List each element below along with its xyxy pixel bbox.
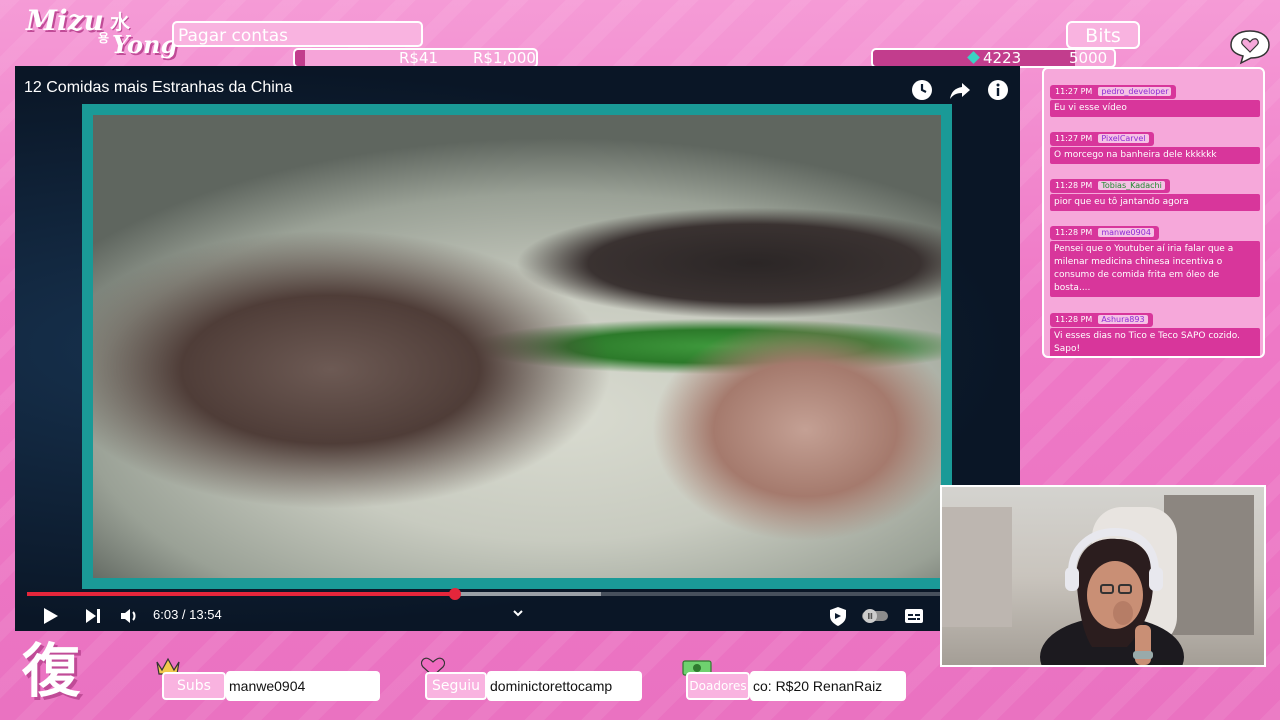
clock-icon[interactable] (910, 78, 934, 102)
video-time: 6:03 / 13:54 (153, 607, 222, 622)
chat-message-text: O morcego na banheira dele kkkkkk (1050, 147, 1260, 164)
video-frame[interactable] (82, 104, 952, 589)
volume-icon[interactable] (118, 605, 140, 627)
next-icon[interactable] (82, 605, 104, 627)
video-controls: 6:03 / 13:54 (15, 602, 1020, 630)
chat-message-header: 11:28 PM manwe0904 (1050, 226, 1159, 240)
chat-username[interactable]: manwe0904 (1098, 228, 1154, 237)
logo-hangul: 용 (98, 31, 110, 45)
donation-goal-target: R$1,000 (473, 49, 536, 67)
scrubber-handle[interactable] (449, 588, 462, 600)
play-icon[interactable] (39, 605, 61, 627)
info-icon[interactable] (986, 78, 1010, 102)
chevron-up-icon[interactable] (507, 602, 529, 624)
follow-label: Seguiu (425, 672, 487, 700)
chat-message-header: 11:28 PM Tobias_Kadachi (1050, 179, 1170, 193)
subtitles-icon[interactable] (903, 605, 925, 627)
video-top-icons (910, 78, 1010, 102)
channel-logo: Mizu 水 용 Yong (26, 4, 177, 62)
chat-panel[interactable]: 11:27 PM pedro_developer Eu vi esse vídeo 1… (1042, 67, 1265, 358)
gem-icon (967, 51, 980, 64)
video-title[interactable]: 12 Comidas mais Estranhas da China (24, 79, 293, 97)
donors-label: Doadores (686, 672, 750, 700)
chat-message-text: Vi esses dias no Tico e Teco SAPO cozido… (1050, 328, 1260, 356)
chat-message-text: Pensei que o Youtuber aí iria falar que … (1050, 241, 1260, 297)
logo-mizu: Mizu (26, 4, 104, 37)
donation-goal-title: Pagar contas (172, 21, 423, 47)
chat-message: 11:28 PM Tobias_Kadachipior que eu tô jan… (1050, 173, 1260, 211)
donation-goal-bar: R$41 R$1,000 (293, 48, 538, 68)
chat-message-text: Eu vi esse vídeo (1050, 100, 1260, 117)
video-progress-bar[interactable] (27, 588, 1000, 600)
chat-message-header: 11:27 PM pedro_developer (1050, 85, 1177, 99)
chat-timestamp: 11:28 PM (1055, 315, 1093, 324)
chat-timestamp: 11:27 PM (1055, 87, 1093, 96)
latest-sub-field: manwe0904 (226, 671, 380, 701)
latest-follower-field: dominictorettocamp (487, 671, 642, 701)
chat-message: 11:28 PM Ashura893 Vi esses dias no Tico e… (1050, 307, 1260, 356)
share-icon[interactable] (948, 78, 972, 102)
webcam-feed (940, 485, 1266, 667)
video-content-soup-image (93, 115, 941, 578)
donation-goal-current: R$41 (399, 49, 439, 67)
bits-goal-target: 5000 (1069, 49, 1108, 67)
chat-message-header: 11:28 PM Ashura893 (1050, 313, 1153, 327)
chat-timestamp: 11:27 PM (1055, 134, 1093, 143)
chat-message: 11:27 PM pedro_developer Eu vi esse vídeo (1050, 79, 1260, 117)
latest-donor-field: co: R$20 RenanRaiz (750, 671, 906, 701)
webcam-background-shelf-left (942, 507, 1012, 627)
chat-username[interactable]: pedro_developer (1098, 87, 1172, 96)
shield-icon[interactable] (827, 605, 849, 627)
played-bar (27, 592, 456, 596)
chat-heart-bubble-icon (1230, 30, 1270, 65)
chat-username[interactable]: Tobias_Kadachi (1098, 181, 1165, 190)
subs-label: Subs (162, 672, 226, 700)
bits-current-value: 4223 (983, 49, 1022, 67)
chat-message: 11:28 PM manwe0904 Pensei que o Youtuber a… (1050, 220, 1260, 297)
chat-message: 11:27 PM PixelCarvel O morcego na banheira… (1050, 126, 1260, 164)
chat-username[interactable]: Ashura893 (1098, 315, 1148, 324)
streamer-figure (1040, 527, 1184, 665)
logo-yong: Yong (112, 30, 178, 59)
bits-goal-bar: 4223 5000 (871, 48, 1116, 68)
bits-goal-current: 4223 (967, 49, 1022, 67)
chat-username[interactable]: PixelCarvel (1098, 134, 1149, 143)
kanji-logo: 復 (22, 637, 81, 705)
bits-goal-title: Bits (1066, 21, 1140, 49)
video-player[interactable]: 12 Comidas mais Estranhas da China 6:03 … (15, 66, 1020, 631)
chat-message-text: pior que eu tô jantando agora (1050, 194, 1260, 211)
chat-timestamp: 11:28 PM (1055, 228, 1093, 237)
chat-message-header: 11:27 PM PixelCarvel (1050, 132, 1154, 146)
chat-timestamp: 11:28 PM (1055, 181, 1093, 190)
donation-goal-fill (295, 50, 305, 66)
autoplay-toggle[interactable] (860, 605, 890, 627)
